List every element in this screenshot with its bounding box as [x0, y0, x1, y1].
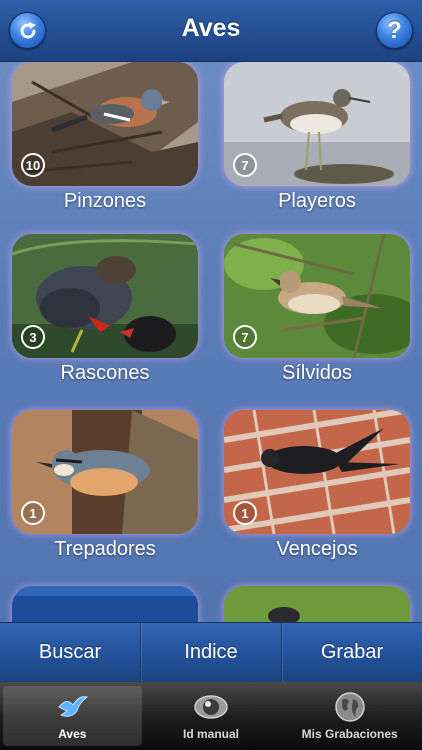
tab-manual-id[interactable]: Id manual [142, 686, 281, 746]
eye-icon [194, 695, 228, 719]
search-button[interactable]: Buscar [0, 623, 140, 682]
action-bar: Buscar Indice Grabar [0, 622, 422, 682]
group-card-pinzones[interactable]: 10 Pinzones [12, 62, 198, 213]
group-photo-vencejos: 1 [224, 410, 410, 534]
group-photo-playeros: 7 [224, 62, 410, 186]
group-label: Pinzones [63, 190, 147, 212]
tab-bar: Aves Id manual Mis Grabaciones [0, 682, 422, 750]
group-label: Rascones [60, 362, 150, 384]
group-photo-rascones: 3 [12, 234, 198, 358]
bird-group-grid: 10 Pinzones 7 Playeros 3 Rascones 7 Sílv… [0, 62, 422, 622]
bird-icon [58, 696, 89, 717]
group-photo-trepadores: 1 [12, 410, 198, 534]
tab-recordings[interactable]: Mis Grabaciones [280, 686, 419, 746]
group-photo-silvidos: 7 [224, 234, 410, 358]
page-title: Aves [181, 14, 241, 42]
group-label: Sílvidos [281, 362, 353, 384]
count-badge: 1 [21, 501, 45, 525]
group-photo-pinzones: 10 [12, 62, 198, 186]
tab-label: Id manual [183, 727, 240, 741]
group-card-rascones[interactable]: 3 Rascones [12, 234, 198, 385]
group-card-playeros[interactable]: 7 Playeros [224, 62, 410, 213]
group-label: Vencejos [276, 538, 358, 560]
record-button[interactable]: Grabar [281, 623, 422, 682]
group-card-partial[interactable] [12, 586, 198, 622]
group-photo-partial [224, 586, 410, 622]
count-badge: 7 [233, 325, 257, 349]
tab-birds[interactable]: Aves [3, 686, 142, 746]
tab-label: Aves [58, 727, 87, 741]
group-card-vencejos[interactable]: 1 Vencejos [224, 410, 410, 561]
group-label: Trepadores [54, 538, 156, 560]
count-badge: 10 [21, 153, 45, 177]
nav-bar: Aves ? [0, 0, 422, 62]
group-label: Playeros [278, 190, 356, 212]
help-button[interactable]: ? [376, 12, 413, 49]
help-icon: ? [387, 16, 402, 44]
group-photo-partial [12, 586, 198, 622]
count-badge: 1 [233, 501, 257, 525]
group-card-silvidos[interactable]: 7 Sílvidos [224, 234, 410, 385]
index-button[interactable]: Indice [140, 623, 281, 682]
count-badge: 3 [21, 325, 45, 349]
group-card-partial[interactable] [224, 586, 410, 622]
tab-label: Mis Grabaciones [301, 727, 398, 741]
count-badge: 7 [233, 153, 257, 177]
globe-icon [334, 692, 365, 722]
group-card-trepadores[interactable]: 1 Trepadores [12, 410, 198, 561]
